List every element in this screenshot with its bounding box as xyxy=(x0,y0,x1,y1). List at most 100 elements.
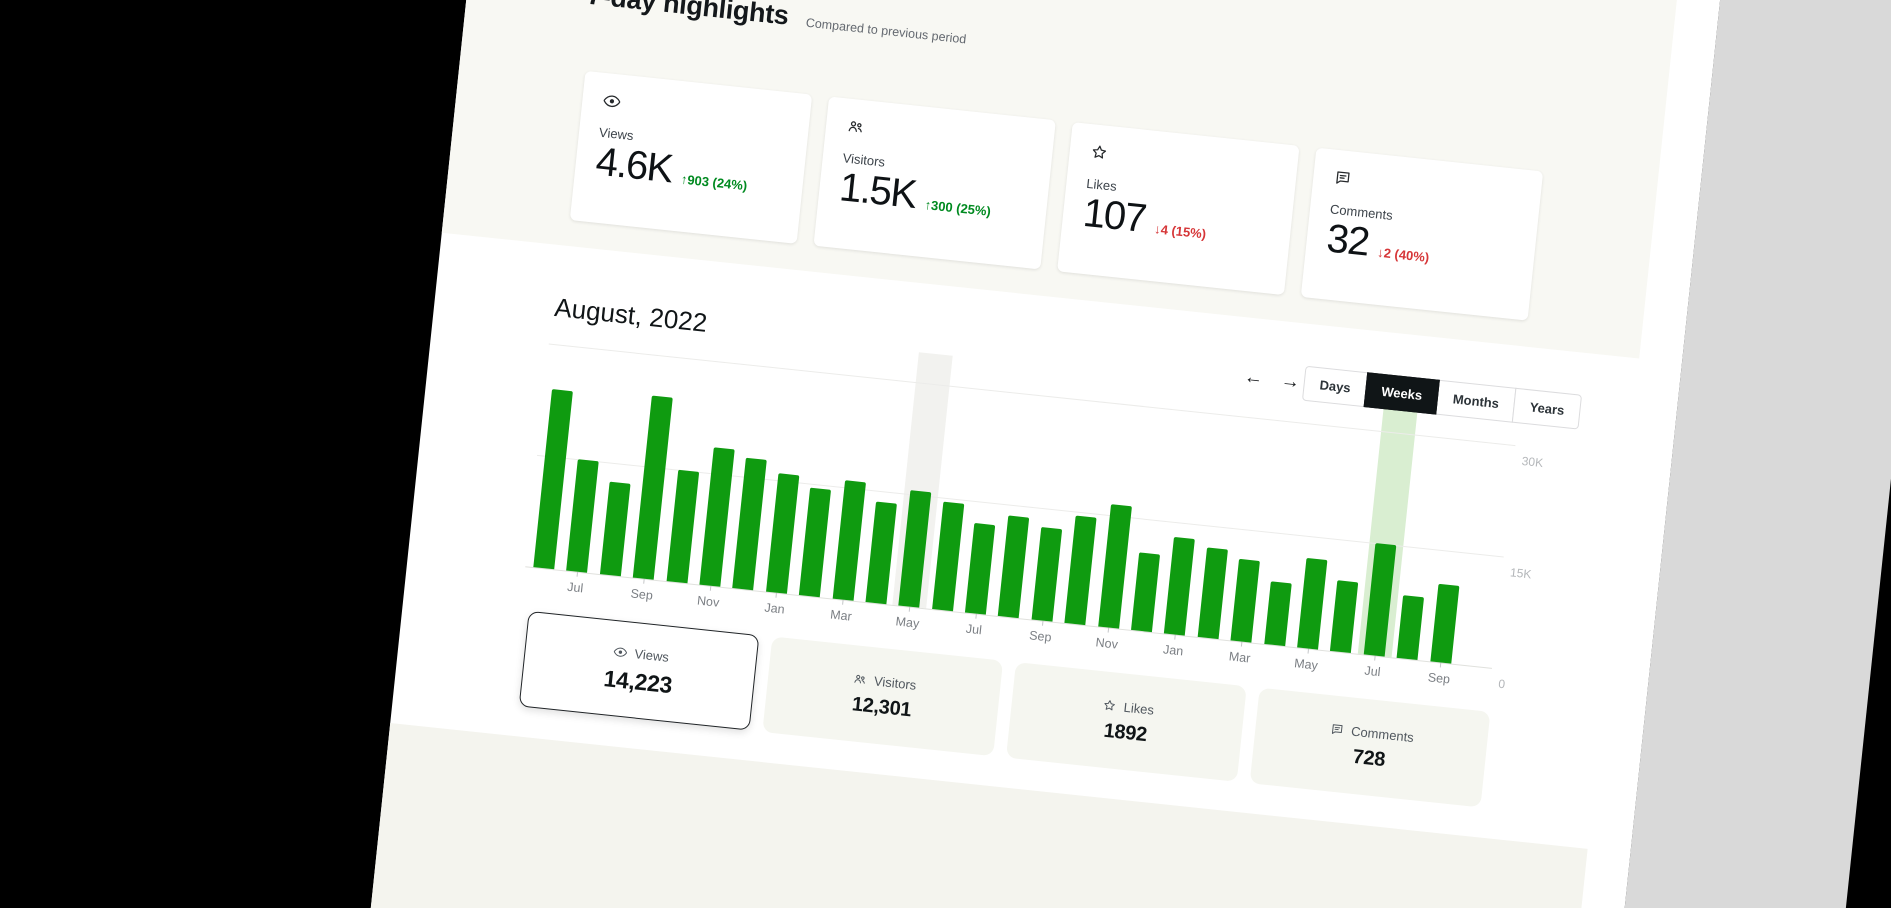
chart-bar-cell xyxy=(699,447,734,587)
x-axis-tick-label: May xyxy=(895,614,920,630)
chart-bar[interactable] xyxy=(899,490,932,607)
chart-bar-cell xyxy=(932,501,964,611)
highlight-value: 32 xyxy=(1325,217,1371,263)
x-axis-tick-label: Jan xyxy=(1162,642,1184,658)
y-axis-tick-label: 15K xyxy=(1509,565,1532,581)
x-axis-tick xyxy=(842,600,844,605)
summary-tile-comments[interactable]: Comments 728 xyxy=(1250,688,1491,808)
star-icon xyxy=(1089,142,1110,163)
x-axis-tick xyxy=(1041,621,1043,626)
summary-tile-label: Comments xyxy=(1350,723,1414,744)
chart-bar-cell xyxy=(766,473,799,594)
highlight-delta: ↓2 (40%) xyxy=(1377,245,1430,265)
x-axis-tick xyxy=(643,579,645,584)
chart-bar-cell xyxy=(1164,537,1195,636)
highlights-title: 7-day highlights xyxy=(586,0,790,32)
x-axis-tick xyxy=(1174,635,1176,640)
chart-bar[interactable] xyxy=(1098,504,1132,629)
tab-years[interactable]: Years xyxy=(1512,388,1582,430)
chart-bar[interactable] xyxy=(600,481,631,576)
chart-bar[interactable] xyxy=(1330,580,1358,653)
chart-bar[interactable] xyxy=(965,523,995,614)
chart-bars xyxy=(533,315,1477,664)
chart-bar[interactable] xyxy=(998,516,1029,618)
visitors-icon xyxy=(845,116,866,137)
chart-bar-cell xyxy=(965,523,995,614)
chart-bar-cell xyxy=(865,502,896,604)
highlight-card-comments: Comments 32 ↓2 (40%) xyxy=(1301,148,1543,321)
chart-bar-cell xyxy=(832,480,865,601)
x-axis-tick xyxy=(776,593,778,598)
chart-bar-cell xyxy=(633,396,673,580)
chart-bar-cell xyxy=(567,459,600,573)
chart-bar[interactable] xyxy=(799,487,831,597)
chart-bar-cell xyxy=(1231,559,1260,643)
summary-tile-label: Visitors xyxy=(873,673,917,692)
highlight-card-visitors: Visitors 1.5K ↑300 (25%) xyxy=(813,96,1055,269)
y-axis-tick-label: 30K xyxy=(1521,454,1544,470)
visitors-icon xyxy=(851,671,867,687)
chart-bar[interactable] xyxy=(699,447,734,587)
chart-bar-cell xyxy=(533,389,573,569)
x-axis-tick-label: Jul xyxy=(1364,664,1381,680)
chart-bar[interactable] xyxy=(1065,515,1097,625)
chart-bar[interactable] xyxy=(932,501,964,611)
summary-tile-value: 12,301 xyxy=(851,693,912,722)
summary-tile-likes[interactable]: Likes 1892 xyxy=(1006,662,1247,782)
x-axis-tick-label: Sep xyxy=(1029,628,1053,644)
chart-bar-cell xyxy=(1197,548,1227,639)
chart-bar[interactable] xyxy=(733,458,768,590)
chart-bar[interactable] xyxy=(1397,595,1425,660)
chart-bar[interactable] xyxy=(533,389,573,569)
chart-bar-cell xyxy=(1364,543,1397,657)
x-axis-tick-label: May xyxy=(1294,656,1319,672)
star-icon xyxy=(1101,697,1117,713)
eye-icon xyxy=(612,643,628,659)
chart-bar-cell xyxy=(1264,581,1292,646)
summary-tile-value: 1892 xyxy=(1102,719,1147,746)
x-axis-tick-label: Mar xyxy=(830,607,853,623)
chart-bar[interactable] xyxy=(1364,543,1397,657)
summary-tile-label: Likes xyxy=(1123,699,1155,717)
chart-bar[interactable] xyxy=(633,396,673,580)
chart-bar[interactable] xyxy=(567,459,600,573)
eye-icon xyxy=(602,91,623,112)
summary-tile-visitors[interactable]: Visitors 12,301 xyxy=(762,636,1003,756)
summary-tile-label: Views xyxy=(634,646,670,665)
tab-weeks[interactable]: Weeks xyxy=(1364,372,1440,414)
highlight-value: 4.6K xyxy=(594,141,674,191)
x-axis-tick-label: Jul xyxy=(567,580,584,596)
screenshot-stage: 7-day highlights Compared to previous pe… xyxy=(0,0,1891,908)
x-axis-tick xyxy=(1241,642,1243,647)
chart-bar-cell xyxy=(1397,595,1425,660)
x-axis-tick-label: Nov xyxy=(1095,635,1119,651)
x-axis-tick-label: Sep xyxy=(630,586,654,602)
chart-bar[interactable] xyxy=(1297,558,1327,649)
highlights-subtitle: Compared to previous period xyxy=(805,16,967,47)
x-axis-tick-label: Nov xyxy=(696,593,720,609)
chart-bar[interactable] xyxy=(832,480,865,601)
comment-icon xyxy=(1332,168,1353,189)
chart-bar[interactable] xyxy=(865,502,896,604)
highlight-card-views: Views 4.6K ↑903 (24%) xyxy=(570,71,812,244)
chart-bar[interactable] xyxy=(1197,548,1227,639)
summary-tile-value: 728 xyxy=(1352,745,1387,771)
chart-bar-cell xyxy=(899,490,932,607)
chart-bar-cell xyxy=(1297,558,1327,649)
chart-bar[interactable] xyxy=(666,470,699,584)
highlights-header: 7-day highlights Compared to previous pe… xyxy=(586,0,969,50)
chart-bar[interactable] xyxy=(1031,527,1062,622)
chart-bar[interactable] xyxy=(1264,581,1292,646)
chart-bar-cell xyxy=(1031,527,1062,622)
highlight-delta: ↓4 (15%) xyxy=(1154,221,1207,241)
chart-bar[interactable] xyxy=(766,473,799,594)
chart-bar[interactable] xyxy=(1430,583,1459,663)
chart-bar[interactable] xyxy=(1231,559,1260,643)
chart-bar[interactable] xyxy=(1131,552,1160,632)
summary-tile-views[interactable]: Views 14,223 xyxy=(519,611,760,731)
stats-page: 7-day highlights Compared to previous pe… xyxy=(325,0,1737,908)
x-axis-tick-label: Mar xyxy=(1228,649,1251,665)
chart-bar[interactable] xyxy=(1164,537,1195,636)
y-axis-tick-label: 0 xyxy=(1498,677,1506,692)
highlight-value: 107 xyxy=(1081,192,1147,240)
